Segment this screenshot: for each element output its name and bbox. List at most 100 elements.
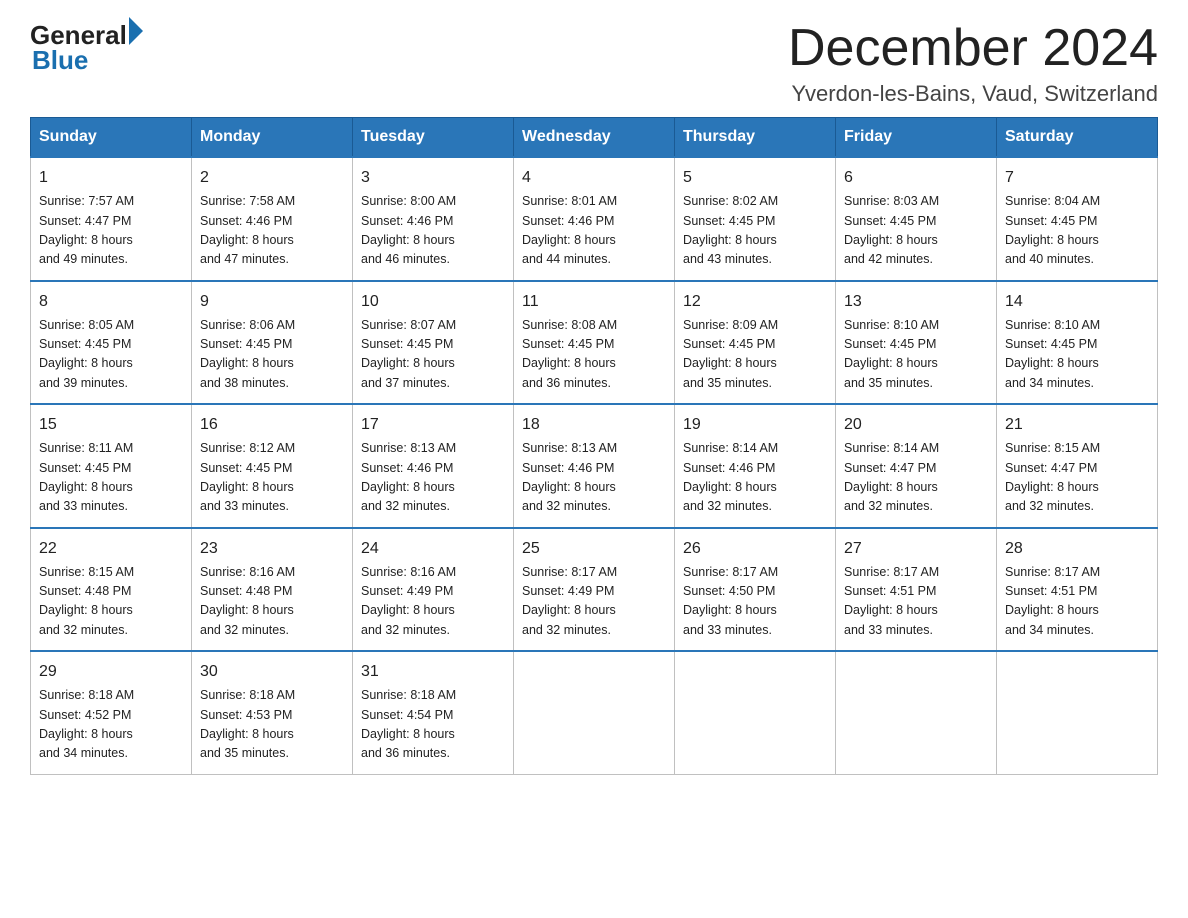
day-info: Sunrise: 8:17 AMSunset: 4:49 PMDaylight:… [522, 563, 666, 641]
calendar-cell: 28Sunrise: 8:17 AMSunset: 4:51 PMDayligh… [997, 528, 1158, 652]
calendar-table: SundayMondayTuesdayWednesdayThursdayFrid… [30, 117, 1158, 775]
day-info: Sunrise: 8:04 AMSunset: 4:45 PMDaylight:… [1005, 192, 1149, 270]
day-info: Sunrise: 8:16 AMSunset: 4:48 PMDaylight:… [200, 563, 344, 641]
day-info: Sunrise: 8:03 AMSunset: 4:45 PMDaylight:… [844, 192, 988, 270]
day-info: Sunrise: 8:14 AMSunset: 4:47 PMDaylight:… [844, 439, 988, 517]
day-number: 17 [361, 413, 505, 437]
day-info: Sunrise: 7:57 AMSunset: 4:47 PMDaylight:… [39, 192, 183, 270]
day-number: 18 [522, 413, 666, 437]
calendar-cell: 16Sunrise: 8:12 AMSunset: 4:45 PMDayligh… [192, 404, 353, 528]
calendar-cell: 12Sunrise: 8:09 AMSunset: 4:45 PMDayligh… [675, 281, 836, 405]
day-info: Sunrise: 7:58 AMSunset: 4:46 PMDaylight:… [200, 192, 344, 270]
calendar-cell: 19Sunrise: 8:14 AMSunset: 4:46 PMDayligh… [675, 404, 836, 528]
day-number: 7 [1005, 166, 1149, 190]
calendar-cell: 27Sunrise: 8:17 AMSunset: 4:51 PMDayligh… [836, 528, 997, 652]
calendar-cell: 23Sunrise: 8:16 AMSunset: 4:48 PMDayligh… [192, 528, 353, 652]
day-number: 22 [39, 537, 183, 561]
calendar-header-saturday: Saturday [997, 118, 1158, 158]
day-number: 19 [683, 413, 827, 437]
day-info: Sunrise: 8:17 AMSunset: 4:51 PMDaylight:… [1005, 563, 1149, 641]
calendar-cell: 15Sunrise: 8:11 AMSunset: 4:45 PMDayligh… [31, 404, 192, 528]
day-info: Sunrise: 8:14 AMSunset: 4:46 PMDaylight:… [683, 439, 827, 517]
day-info: Sunrise: 8:00 AMSunset: 4:46 PMDaylight:… [361, 192, 505, 270]
day-number: 5 [683, 166, 827, 190]
day-info: Sunrise: 8:06 AMSunset: 4:45 PMDaylight:… [200, 316, 344, 394]
calendar-cell: 21Sunrise: 8:15 AMSunset: 4:47 PMDayligh… [997, 404, 1158, 528]
calendar-cell: 22Sunrise: 8:15 AMSunset: 4:48 PMDayligh… [31, 528, 192, 652]
day-number: 13 [844, 290, 988, 314]
calendar-cell: 1Sunrise: 7:57 AMSunset: 4:47 PMDaylight… [31, 157, 192, 281]
calendar-cell: 5Sunrise: 8:02 AMSunset: 4:45 PMDaylight… [675, 157, 836, 281]
calendar-header-tuesday: Tuesday [353, 118, 514, 158]
logo-blue: Blue [30, 45, 143, 76]
day-number: 8 [39, 290, 183, 314]
day-number: 1 [39, 166, 183, 190]
week-row-2: 8Sunrise: 8:05 AMSunset: 4:45 PMDaylight… [31, 281, 1158, 405]
calendar-header-thursday: Thursday [675, 118, 836, 158]
month-title: December 2024 [788, 20, 1158, 77]
calendar-cell: 18Sunrise: 8:13 AMSunset: 4:46 PMDayligh… [514, 404, 675, 528]
day-info: Sunrise: 8:17 AMSunset: 4:50 PMDaylight:… [683, 563, 827, 641]
day-info: Sunrise: 8:12 AMSunset: 4:45 PMDaylight:… [200, 439, 344, 517]
day-info: Sunrise: 8:08 AMSunset: 4:45 PMDaylight:… [522, 316, 666, 394]
calendar-cell: 4Sunrise: 8:01 AMSunset: 4:46 PMDaylight… [514, 157, 675, 281]
calendar-header-row: SundayMondayTuesdayWednesdayThursdayFrid… [31, 118, 1158, 158]
calendar-cell: 3Sunrise: 8:00 AMSunset: 4:46 PMDaylight… [353, 157, 514, 281]
calendar-cell: 26Sunrise: 8:17 AMSunset: 4:50 PMDayligh… [675, 528, 836, 652]
calendar-cell: 25Sunrise: 8:17 AMSunset: 4:49 PMDayligh… [514, 528, 675, 652]
calendar-cell: 31Sunrise: 8:18 AMSunset: 4:54 PMDayligh… [353, 651, 514, 774]
day-number: 30 [200, 660, 344, 684]
day-info: Sunrise: 8:02 AMSunset: 4:45 PMDaylight:… [683, 192, 827, 270]
title-section: December 2024 Yverdon-les-Bains, Vaud, S… [788, 20, 1158, 107]
day-info: Sunrise: 8:05 AMSunset: 4:45 PMDaylight:… [39, 316, 183, 394]
calendar-cell: 20Sunrise: 8:14 AMSunset: 4:47 PMDayligh… [836, 404, 997, 528]
day-info: Sunrise: 8:10 AMSunset: 4:45 PMDaylight:… [844, 316, 988, 394]
calendar-cell: 14Sunrise: 8:10 AMSunset: 4:45 PMDayligh… [997, 281, 1158, 405]
calendar-cell: 7Sunrise: 8:04 AMSunset: 4:45 PMDaylight… [997, 157, 1158, 281]
day-number: 6 [844, 166, 988, 190]
calendar-cell: 24Sunrise: 8:16 AMSunset: 4:49 PMDayligh… [353, 528, 514, 652]
calendar-cell: 30Sunrise: 8:18 AMSunset: 4:53 PMDayligh… [192, 651, 353, 774]
day-number: 2 [200, 166, 344, 190]
day-number: 28 [1005, 537, 1149, 561]
calendar-header-monday: Monday [192, 118, 353, 158]
calendar-cell [514, 651, 675, 774]
day-number: 15 [39, 413, 183, 437]
calendar-cell: 10Sunrise: 8:07 AMSunset: 4:45 PMDayligh… [353, 281, 514, 405]
day-info: Sunrise: 8:18 AMSunset: 4:52 PMDaylight:… [39, 686, 183, 764]
day-number: 9 [200, 290, 344, 314]
day-number: 12 [683, 290, 827, 314]
day-number: 29 [39, 660, 183, 684]
week-row-3: 15Sunrise: 8:11 AMSunset: 4:45 PMDayligh… [31, 404, 1158, 528]
calendar-cell: 11Sunrise: 8:08 AMSunset: 4:45 PMDayligh… [514, 281, 675, 405]
day-number: 21 [1005, 413, 1149, 437]
calendar-header-wednesday: Wednesday [514, 118, 675, 158]
page-header: General Blue December 2024 Yverdon-les-B… [30, 20, 1158, 107]
calendar-header-friday: Friday [836, 118, 997, 158]
day-number: 23 [200, 537, 344, 561]
day-info: Sunrise: 8:15 AMSunset: 4:47 PMDaylight:… [1005, 439, 1149, 517]
day-info: Sunrise: 8:15 AMSunset: 4:48 PMDaylight:… [39, 563, 183, 641]
calendar-cell: 9Sunrise: 8:06 AMSunset: 4:45 PMDaylight… [192, 281, 353, 405]
calendar-cell: 2Sunrise: 7:58 AMSunset: 4:46 PMDaylight… [192, 157, 353, 281]
day-info: Sunrise: 8:01 AMSunset: 4:46 PMDaylight:… [522, 192, 666, 270]
day-info: Sunrise: 8:17 AMSunset: 4:51 PMDaylight:… [844, 563, 988, 641]
location-title: Yverdon-les-Bains, Vaud, Switzerland [788, 81, 1158, 107]
week-row-1: 1Sunrise: 7:57 AMSunset: 4:47 PMDaylight… [31, 157, 1158, 281]
calendar-cell: 17Sunrise: 8:13 AMSunset: 4:46 PMDayligh… [353, 404, 514, 528]
calendar-cell: 8Sunrise: 8:05 AMSunset: 4:45 PMDaylight… [31, 281, 192, 405]
day-info: Sunrise: 8:13 AMSunset: 4:46 PMDaylight:… [522, 439, 666, 517]
day-number: 10 [361, 290, 505, 314]
day-info: Sunrise: 8:09 AMSunset: 4:45 PMDaylight:… [683, 316, 827, 394]
day-number: 31 [361, 660, 505, 684]
logo: General Blue [30, 20, 143, 76]
day-number: 25 [522, 537, 666, 561]
day-number: 3 [361, 166, 505, 190]
day-number: 20 [844, 413, 988, 437]
day-number: 24 [361, 537, 505, 561]
day-number: 14 [1005, 290, 1149, 314]
day-info: Sunrise: 8:07 AMSunset: 4:45 PMDaylight:… [361, 316, 505, 394]
calendar-header-sunday: Sunday [31, 118, 192, 158]
calendar-cell: 29Sunrise: 8:18 AMSunset: 4:52 PMDayligh… [31, 651, 192, 774]
day-info: Sunrise: 8:10 AMSunset: 4:45 PMDaylight:… [1005, 316, 1149, 394]
